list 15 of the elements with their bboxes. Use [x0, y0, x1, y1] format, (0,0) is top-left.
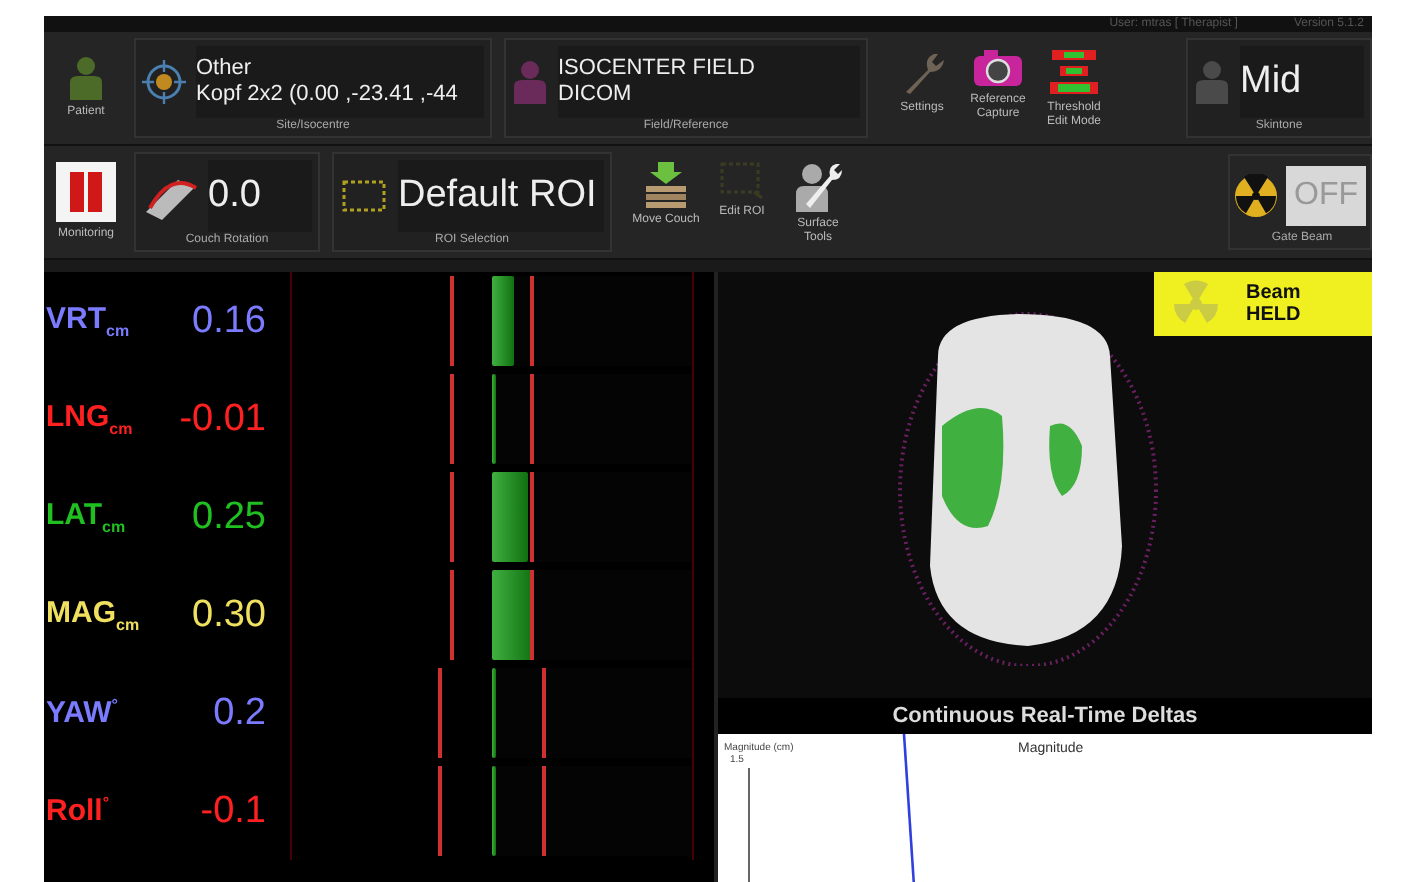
delta-value: 0.30	[190, 593, 266, 637]
axis-label: Roll$^{°}$	[44, 794, 112, 828]
axis-label: LNG$_{cm}$	[44, 400, 135, 438]
beam-status-text: HELD	[1246, 304, 1301, 326]
axis-label: YAW$^{°}$	[44, 696, 120, 730]
delta-value: 0.25	[190, 495, 266, 539]
axis-label: MAG$_{cm}$	[44, 596, 142, 634]
delta-value: -0.01	[177, 397, 266, 441]
delta-value: 0.16	[190, 299, 266, 343]
axis-label: VRT$_{cm}$	[44, 302, 132, 340]
delta-value: -0.1	[198, 789, 266, 833]
delta-value: 0.2	[211, 691, 266, 735]
panel-title: Continuous Real-Time Deltas	[718, 698, 1372, 734]
axis-label: LAT$_{cm}$	[44, 498, 128, 536]
beam-status-text: Beam	[1246, 282, 1301, 304]
